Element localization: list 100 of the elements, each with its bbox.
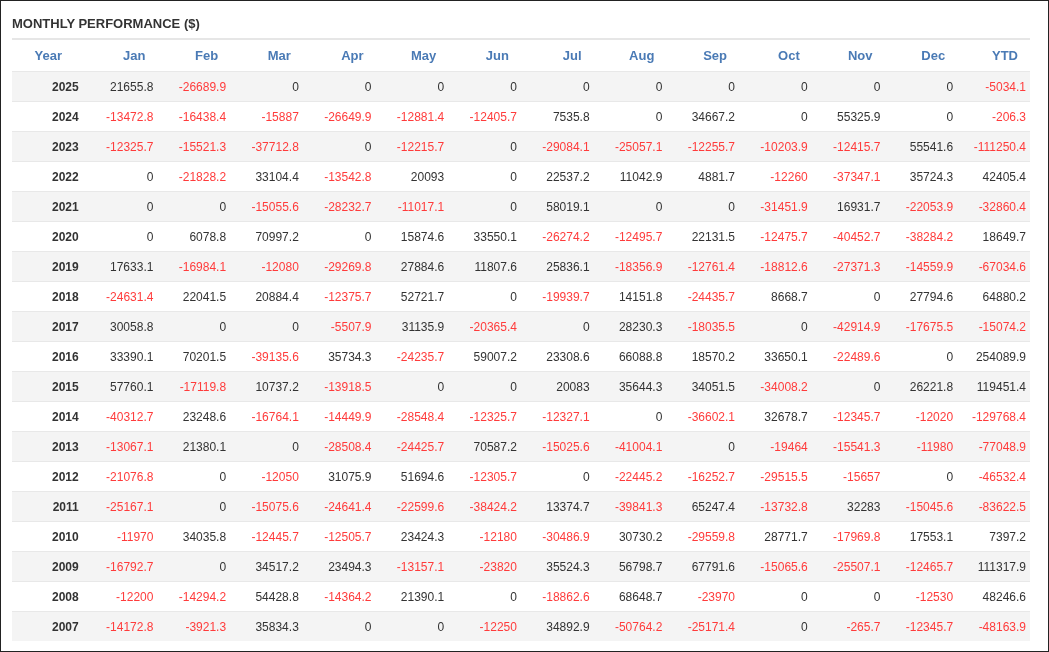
table-cell: -15065.6 (739, 551, 812, 582)
table-cell: 0 (157, 491, 231, 522)
table-cell: 0 (302, 131, 376, 162)
table-cell: 0 (666, 431, 740, 462)
table-cell: -18035.5 (666, 311, 740, 342)
table-cell: -50764.2 (593, 611, 667, 641)
table-cell: -29084.1 (520, 131, 594, 162)
table-cell: 0 (230, 311, 303, 342)
table-cell: -22599.6 (375, 491, 449, 522)
column-header: Jun (448, 40, 521, 72)
table-cell: -28508.4 (302, 431, 376, 462)
table-cell: -11980 (884, 431, 958, 462)
year-cell: 2009 (12, 551, 85, 582)
table-cell: 0 (666, 191, 740, 222)
table-cell: -39841.3 (593, 491, 667, 522)
column-header: Mar (230, 40, 303, 72)
column-header: May (375, 40, 449, 72)
table-cell: 0 (666, 71, 740, 102)
table-cell: 0 (739, 311, 812, 342)
table-cell: 34517.2 (230, 551, 303, 582)
table-cell: -14172.8 (84, 611, 158, 641)
table-cell: -41004.1 (593, 431, 667, 462)
table-cell: -25167.1 (84, 491, 158, 522)
table-cell: 35644.3 (593, 371, 667, 402)
table-cell: 0 (593, 191, 667, 222)
table-cell: 119451.4 (957, 371, 1030, 402)
column-header: Year (12, 40, 85, 72)
table-cell: -48163.9 (957, 611, 1030, 641)
table-cell: 0 (375, 371, 449, 402)
table-cell: -12465.7 (884, 551, 958, 582)
table-cell: 17633.1 (84, 251, 158, 282)
table-cell: 0 (230, 71, 303, 102)
table-cell: 0 (811, 371, 885, 402)
table-cell: -18812.6 (739, 251, 812, 282)
year-cell: 2023 (12, 131, 85, 162)
table-cell: -12345.7 (884, 611, 958, 641)
column-header: Jan (84, 40, 158, 72)
table-cell: 58019.1 (520, 191, 594, 222)
year-cell: 2013 (12, 431, 85, 462)
table-cell: -14559.9 (884, 251, 958, 282)
table-cell: 16931.7 (811, 191, 885, 222)
column-header: Sep (666, 40, 740, 72)
table-cell: -17675.5 (884, 311, 958, 342)
table-cell: 20083 (520, 371, 594, 402)
table-cell: 35834.3 (230, 611, 303, 641)
table-cell: 70587.2 (448, 431, 521, 462)
table-cell: -18356.9 (593, 251, 667, 282)
table-cell: -77048.9 (957, 431, 1030, 462)
table-cell: -32860.4 (957, 191, 1030, 222)
year-cell: 2019 (12, 251, 85, 282)
table-cell: 56798.7 (593, 551, 667, 582)
table-cell: 0 (375, 611, 449, 641)
table-cell: -13067.1 (84, 431, 158, 462)
table-cell: -19464 (739, 431, 812, 462)
table-cell: -5507.9 (302, 311, 376, 342)
table-cell: 0 (811, 71, 885, 102)
table-cell: 21380.1 (157, 431, 231, 462)
table-cell: 13374.7 (520, 491, 594, 522)
table-cell: -15045.6 (884, 491, 958, 522)
table-cell: -83622.5 (957, 491, 1030, 522)
table-cell: 0 (230, 431, 303, 462)
table-cell: 0 (448, 371, 521, 402)
year-cell: 2025 (12, 71, 85, 102)
table-cell: -13918.5 (302, 371, 376, 402)
table-cell: -16984.1 (157, 251, 231, 282)
year-cell: 2015 (12, 371, 85, 402)
table-cell: -16792.7 (84, 551, 158, 582)
year-cell: 2021 (12, 191, 85, 222)
table-cell: -3921.3 (157, 611, 231, 641)
table-cell: -25171.4 (666, 611, 740, 641)
table-cell: -10203.9 (739, 131, 812, 162)
table-cell: 27884.6 (375, 251, 449, 282)
table-cell: 55541.6 (884, 131, 958, 162)
table-cell: -38424.2 (448, 491, 521, 522)
table-cell: 0 (448, 191, 521, 222)
table-cell: 0 (884, 71, 958, 102)
table-cell: 0 (375, 71, 449, 102)
table-cell: -42914.9 (811, 311, 885, 342)
year-cell: 2007 (12, 611, 85, 641)
column-header: Dec (884, 40, 958, 72)
table-cell: -27371.3 (811, 251, 885, 282)
table-cell: 0 (157, 551, 231, 582)
table-cell: 28230.3 (593, 311, 667, 342)
table-cell: 0 (739, 71, 812, 102)
table-cell: 0 (157, 191, 231, 222)
table-cell: -111250.4 (957, 131, 1030, 162)
table-cell: 0 (84, 191, 158, 222)
panel-title: MONTHLY PERFORMANCE ($) (12, 1, 1030, 40)
table-cell: 0 (448, 131, 521, 162)
column-header: Feb (157, 40, 231, 72)
table-cell: 67791.6 (666, 551, 740, 582)
table-cell: -5034.1 (957, 71, 1030, 102)
table-cell: -12415.7 (811, 131, 885, 162)
table-cell: 57760.1 (84, 371, 158, 402)
column-header: Jul (520, 40, 594, 72)
table-cell: -23820 (448, 551, 521, 582)
table-cell: 0 (593, 71, 667, 102)
table-cell: -15025.6 (520, 431, 594, 462)
table-cell: 32283 (811, 491, 885, 522)
table-cell: -15074.2 (957, 311, 1030, 342)
